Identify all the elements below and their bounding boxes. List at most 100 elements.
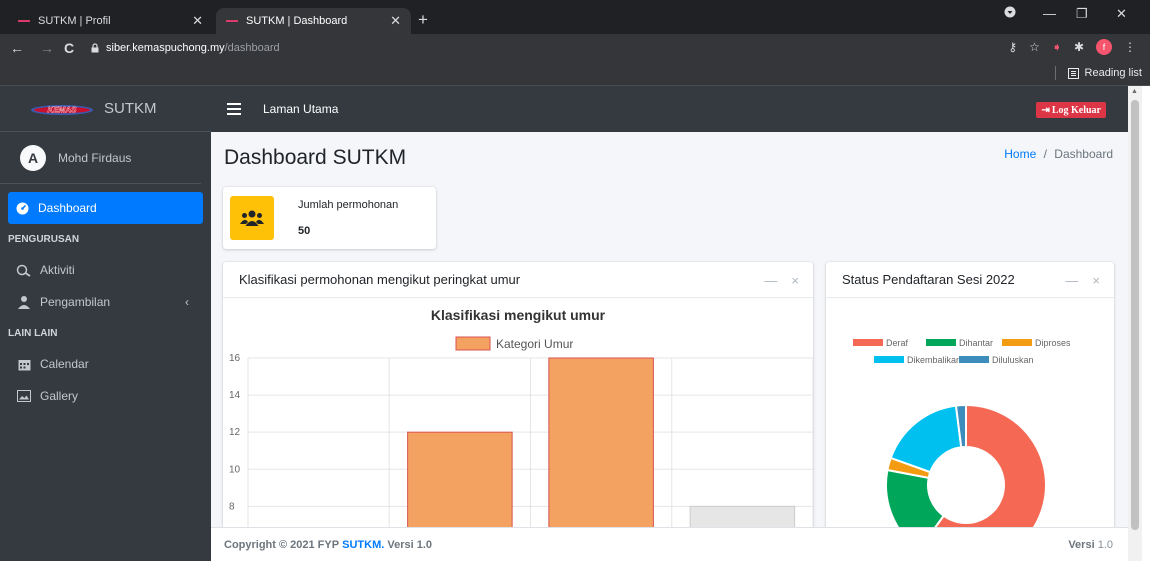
sidebar-item-calendar[interactable]: Calendar: [0, 348, 211, 380]
info-box-label: Jumlah permohonan: [298, 199, 399, 211]
footer-version-label: Versi: [1068, 538, 1095, 551]
y-tick-label: 8: [229, 501, 235, 512]
footer: Copyright © 2021 FYP SUTKM. Versi 1.0 Ve…: [211, 527, 1128, 561]
users-icon: [230, 196, 274, 240]
dashboard-icon: [14, 200, 30, 216]
separator: [1054, 66, 1056, 80]
age-classification-card: Klasifikasi permohonan mengikut peringka…: [223, 262, 813, 561]
card-title: Status Pendaftaran Sesi 2022: [842, 272, 1015, 287]
address-bar[interactable]: siber.kemaspuchong.my/dashboard: [90, 38, 1100, 58]
legend-swatch: [455, 336, 491, 351]
breadcrumb-home-link[interactable]: Home: [1004, 147, 1036, 161]
reload-icon[interactable]: C: [64, 39, 74, 57]
legend-swatch: [874, 356, 904, 363]
navbar-title-link[interactable]: Laman Utama: [263, 102, 338, 116]
brand-text: SUTKM: [104, 100, 157, 117]
scroll-up-icon[interactable]: ▲: [1131, 88, 1138, 95]
legend-swatch: [926, 339, 956, 346]
sidebar-item-label: Aktiviti: [40, 263, 75, 277]
key-icon[interactable]: ⚷: [1008, 40, 1017, 54]
legend-swatch: [853, 339, 883, 346]
profile-menu-icon[interactable]: [1004, 6, 1016, 21]
tab-title: SUTKM | Dashboard: [246, 15, 348, 27]
breadcrumb: Home / Dashboard: [1004, 147, 1113, 161]
browser-extensions: ⚷ ☆ ➧ ✱ f ⋮: [1008, 39, 1136, 55]
close-icon[interactable]: ×: [1092, 273, 1100, 288]
card-tools: — ×: [764, 273, 799, 288]
image-icon: [16, 388, 32, 404]
puzzle-icon[interactable]: ✱: [1074, 40, 1084, 54]
chart-title: Klasifikasi mengikut umur: [431, 307, 606, 323]
favicon-icon: [18, 20, 30, 22]
url-domain: siber.kemaspuchong.my: [106, 42, 225, 54]
extension-arrow-icon[interactable]: ➧: [1052, 40, 1062, 54]
profile-avatar[interactable]: f: [1096, 39, 1112, 55]
registration-status-card: Status Pendaftaran Sesi 2022 — × Deraf Di…: [826, 262, 1114, 561]
content-wrapper: Dashboard SUTKM Home / Dashboard Jumlah …: [211, 132, 1128, 561]
breadcrumb-current: Dashboard: [1054, 147, 1113, 161]
browser-toolbar: ← → C siber.kemaspuchong.my/dashboard ⚷ …: [0, 34, 1150, 62]
sidebar-item-label: Pengambilan: [40, 295, 111, 309]
new-tab-icon[interactable]: +: [418, 10, 428, 30]
browser-tab-dashboard[interactable]: SUTKM | Dashboard ✕: [216, 8, 411, 34]
minimize-icon[interactable]: —: [764, 273, 777, 288]
legend-label: Diproses: [1035, 338, 1071, 348]
back-icon[interactable]: ←: [10, 39, 24, 57]
search-users-icon: [16, 262, 32, 278]
brand-link[interactable]: KEMAS SUTKM: [0, 86, 211, 132]
calendar-icon: [16, 356, 32, 372]
footer-brand-link[interactable]: SUTKM.: [342, 539, 384, 551]
reading-list-label: Reading list: [1084, 67, 1142, 79]
url-path: /dashboard: [224, 42, 280, 54]
sidebar-item-dashboard[interactable]: Dashboard: [8, 192, 203, 224]
card-header: Klasifikasi permohonan mengikut peringka…: [223, 262, 813, 298]
user-name: Mohd Firdaus: [58, 150, 132, 165]
legend-label: Dihantar: [959, 338, 993, 348]
age-bar-chart: Klasifikasi mengikut umur Kategori Umur …: [229, 307, 813, 561]
page-scrollbar[interactable]: ▲: [1128, 86, 1142, 561]
user-panel[interactable]: A Mohd Firdaus: [0, 132, 201, 184]
minimize-icon[interactable]: —: [1065, 273, 1078, 288]
legend-swatch: [1002, 339, 1032, 346]
menu-toggle-icon[interactable]: [227, 103, 241, 115]
y-tick-label: 16: [229, 353, 241, 364]
close-icon[interactable]: ×: [791, 273, 799, 288]
info-box-applications: Jumlah permohonan 50: [223, 187, 436, 249]
reading-list-button[interactable]: Reading list: [1054, 66, 1142, 80]
sidebar-item-gallery[interactable]: Gallery: [0, 380, 211, 412]
minimize-window-icon[interactable]: —: [1043, 6, 1056, 21]
footer-version: Versi 1.0: [1068, 539, 1113, 551]
legend-label: Dikembalikan: [907, 355, 961, 365]
card-header: Status Pendaftaran Sesi 2022 — ×: [826, 262, 1114, 298]
svg-text:KEMAS: KEMAS: [48, 105, 78, 114]
avatar: A: [20, 144, 46, 171]
sidebar-item-label: Gallery: [40, 389, 79, 403]
user-tie-icon: [16, 294, 32, 310]
star-icon[interactable]: ☆: [1029, 40, 1040, 54]
close-icon[interactable]: ✕: [192, 13, 203, 29]
donut-slice[interactable]: [889, 404, 963, 474]
lock-icon: [91, 43, 99, 53]
sign-out-icon: ⇥: [1041, 104, 1050, 116]
card-title: Klasifikasi permohonan mengikut peringka…: [239, 272, 521, 287]
restore-window-icon[interactable]: ❐: [1076, 6, 1088, 22]
close-icon[interactable]: ✕: [390, 13, 401, 29]
close-window-icon[interactable]: ✕: [1116, 6, 1127, 22]
chevron-left-icon: ‹: [185, 295, 189, 309]
kemas-logo: KEMAS: [31, 104, 93, 115]
sidebar-item-pengambilan[interactable]: Pengambilan ‹: [0, 286, 211, 318]
more-menu-icon[interactable]: ⋮: [1124, 40, 1136, 54]
forward-icon[interactable]: →: [40, 39, 54, 57]
scroll-thumb[interactable]: [1131, 100, 1139, 530]
browser-tab-profil[interactable]: SUTKM | Profil ✕: [8, 8, 213, 34]
footer-version-number: 1.0: [1097, 538, 1113, 551]
card-tools: — ×: [1065, 273, 1100, 288]
sidebar-item-label: Calendar: [40, 357, 89, 371]
browser-tabstrip: SUTKM | Profil ✕ SUTKM | Dashboard ✕ + —…: [0, 0, 1150, 34]
logout-button[interactable]: ⇥ Log Keluar: [1036, 102, 1106, 118]
favicon-icon: [226, 20, 238, 22]
sidebar-item-aktiviti[interactable]: Aktiviti: [0, 254, 211, 286]
legend-swatch: [959, 356, 989, 363]
nav-header-lain-lain: LAIN LAIN: [8, 327, 58, 339]
footer-copyright: Copyright © 2021 FYP: [224, 538, 340, 551]
